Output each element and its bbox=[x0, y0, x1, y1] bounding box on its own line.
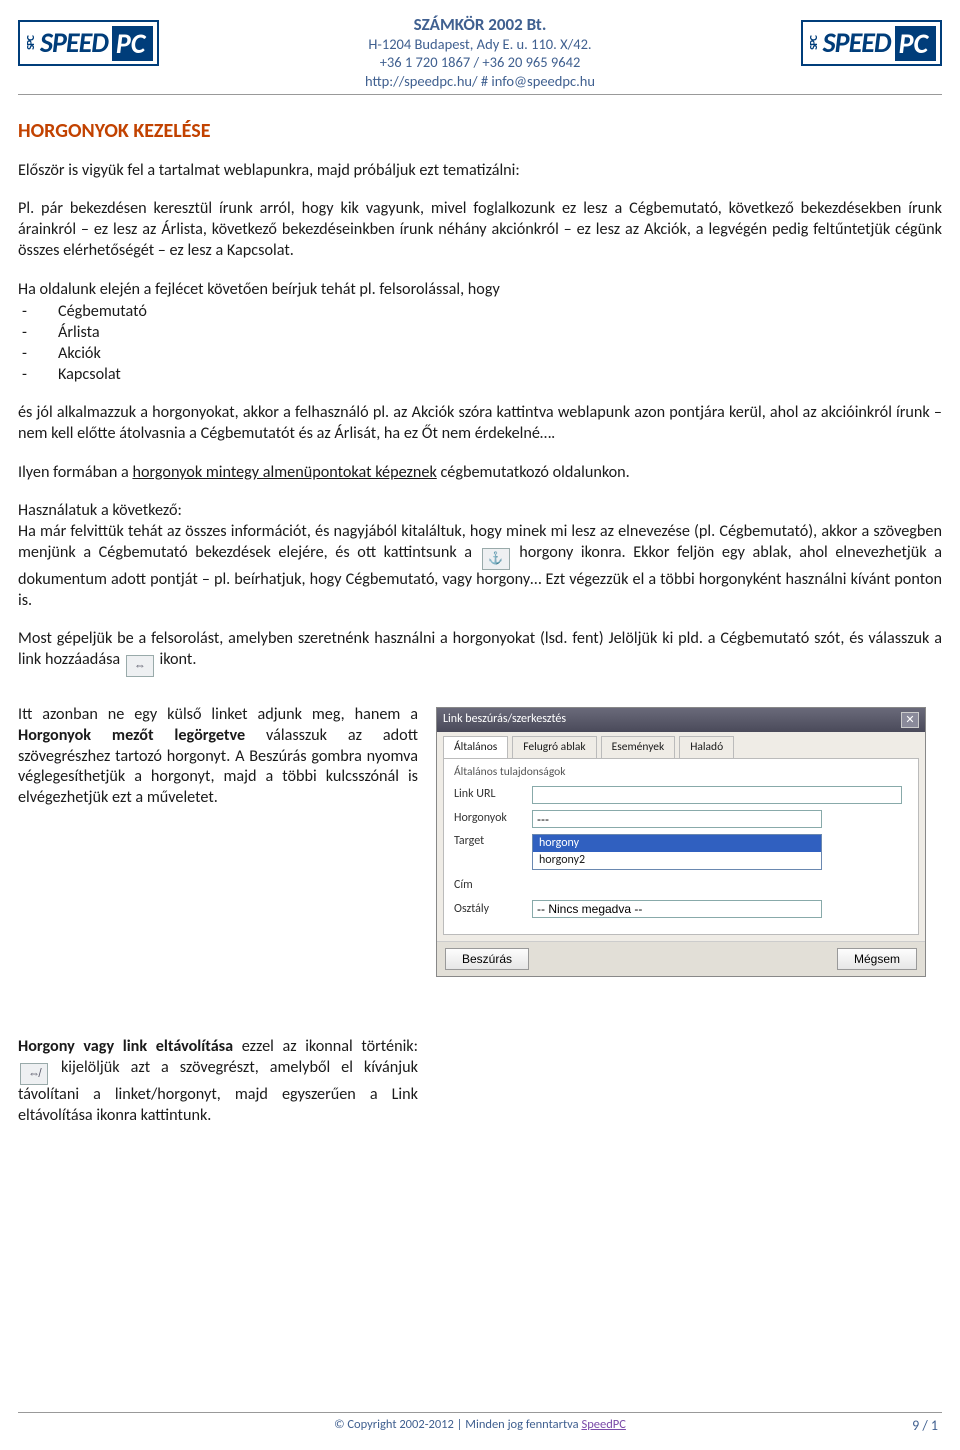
left-column: Itt azonban ne egy külső linket adjunk m… bbox=[18, 705, 418, 977]
label-cim: Cím bbox=[454, 878, 532, 893]
tab-advanced[interactable]: Haladó bbox=[679, 736, 734, 758]
link-icon[interactable]: ⇔ bbox=[126, 655, 154, 677]
page-number: 9 / 1 bbox=[912, 1417, 938, 1434]
body-content: Először is vigyük fel a tartalmat weblap… bbox=[18, 161, 942, 1127]
para-4: és jól alkalmazzuk a horgonyokat, akkor … bbox=[18, 403, 942, 444]
dialog-tabs: Általános Felugró ablak Események Haladó bbox=[437, 732, 925, 758]
page-header: SPC SPEED PC SZÁMKÖR 2002 Bt. H-1204 Bud… bbox=[18, 12, 942, 95]
dialog-title: Link beszúrás/szerkesztés bbox=[443, 712, 566, 727]
logo-pc: PC bbox=[112, 26, 153, 61]
para-2: Pl. pár bekezdésen keresztül írunk arról… bbox=[18, 199, 942, 261]
fieldset-legend: Általános tulajdonságok bbox=[454, 765, 908, 780]
label-target: Target bbox=[454, 834, 532, 849]
para-1: Először is vigyük fel a tartalmat weblap… bbox=[18, 161, 942, 182]
logo-right: SPC SPEED PC bbox=[801, 20, 942, 66]
company-block: SZÁMKÖR 2002 Bt. H-1204 Budapest, Ady E.… bbox=[365, 12, 595, 90]
list-item: Cégbemutató bbox=[18, 302, 942, 323]
anchor-icon[interactable]: ⚓ bbox=[482, 548, 510, 570]
company-web: http://speedpc.hu/ # info@speedpc.hu bbox=[365, 72, 595, 90]
insert-button[interactable]: Beszúrás bbox=[445, 948, 529, 970]
label-anchor: Horgonyok bbox=[454, 811, 532, 826]
cancel-button[interactable]: Mégsem bbox=[837, 948, 917, 970]
removal-para: Horgony vagy link eltávolítása ezzel az … bbox=[18, 1037, 418, 1126]
dialog-titlebar: Link beszúrás/szerkesztés ✕ bbox=[437, 708, 925, 732]
footer-brand: SpeedPC bbox=[581, 1417, 625, 1432]
option-item[interactable]: horgony2 bbox=[533, 852, 821, 869]
para-3: Ha oldalunk elején a fejlécet követően b… bbox=[18, 280, 942, 301]
para-7: Most gépeljük be a felsorolást, amelyben… bbox=[18, 629, 942, 677]
page-title: HORGONYOK KEZELÉSE bbox=[18, 119, 942, 143]
label-osztaly: Osztály bbox=[454, 902, 532, 917]
anchor-option-list[interactable]: horgony horgony2 bbox=[532, 834, 822, 871]
para-6: Használatuk a következő: Ha már felvittü… bbox=[18, 501, 942, 611]
osztaly-select[interactable] bbox=[532, 900, 822, 918]
company-phone: +36 1 720 1867 / +36 20 965 9642 bbox=[365, 53, 595, 71]
bullet-list: Cégbemutató Árlista Akciók Kapcsolat bbox=[18, 302, 942, 385]
list-item: Akciók bbox=[18, 344, 942, 365]
label-url: Link URL bbox=[454, 787, 532, 802]
page-footer: © Copyright 2002-2012 | Minden jog fennt… bbox=[18, 1412, 942, 1432]
close-icon[interactable]: ✕ bbox=[901, 712, 919, 728]
left-para: Itt azonban ne egy külső linket adjunk m… bbox=[18, 705, 418, 809]
anchor-select[interactable] bbox=[532, 810, 822, 828]
company-name: SZÁMKÖR 2002 Bt. bbox=[365, 14, 595, 35]
tab-popup[interactable]: Felugró ablak bbox=[512, 736, 596, 758]
logo-speed: SPEED bbox=[40, 29, 108, 57]
tab-events[interactable]: Események bbox=[601, 736, 676, 758]
logo-spc: SPC bbox=[24, 36, 37, 50]
tab-general[interactable]: Általános bbox=[443, 736, 508, 758]
two-column-row: Itt azonban ne egy külső linket adjunk m… bbox=[18, 705, 942, 977]
unlink-icon[interactable]: ⇎ bbox=[20, 1063, 48, 1085]
list-item: Árlista bbox=[18, 323, 942, 344]
link-url-input[interactable] bbox=[532, 786, 902, 804]
company-address: H-1204 Budapest, Ady E. u. 110. X/42. bbox=[365, 35, 595, 53]
dialog-buttons: Beszúrás Mégsem bbox=[437, 941, 925, 976]
link-dialog: Link beszúrás/szerkesztés ✕ Általános Fe… bbox=[436, 707, 926, 977]
option-item[interactable]: horgony bbox=[533, 835, 821, 852]
list-item: Kapcsolat bbox=[18, 365, 942, 386]
logo-left: SPC SPEED PC bbox=[18, 20, 159, 66]
removal-block: Horgony vagy link eltávolítása ezzel az … bbox=[18, 1037, 418, 1126]
dialog-panel: Általános tulajdonságok Link URL Horgony… bbox=[443, 758, 919, 935]
para-5: Ilyen formában a horgonyok mintegy almen… bbox=[18, 463, 942, 484]
